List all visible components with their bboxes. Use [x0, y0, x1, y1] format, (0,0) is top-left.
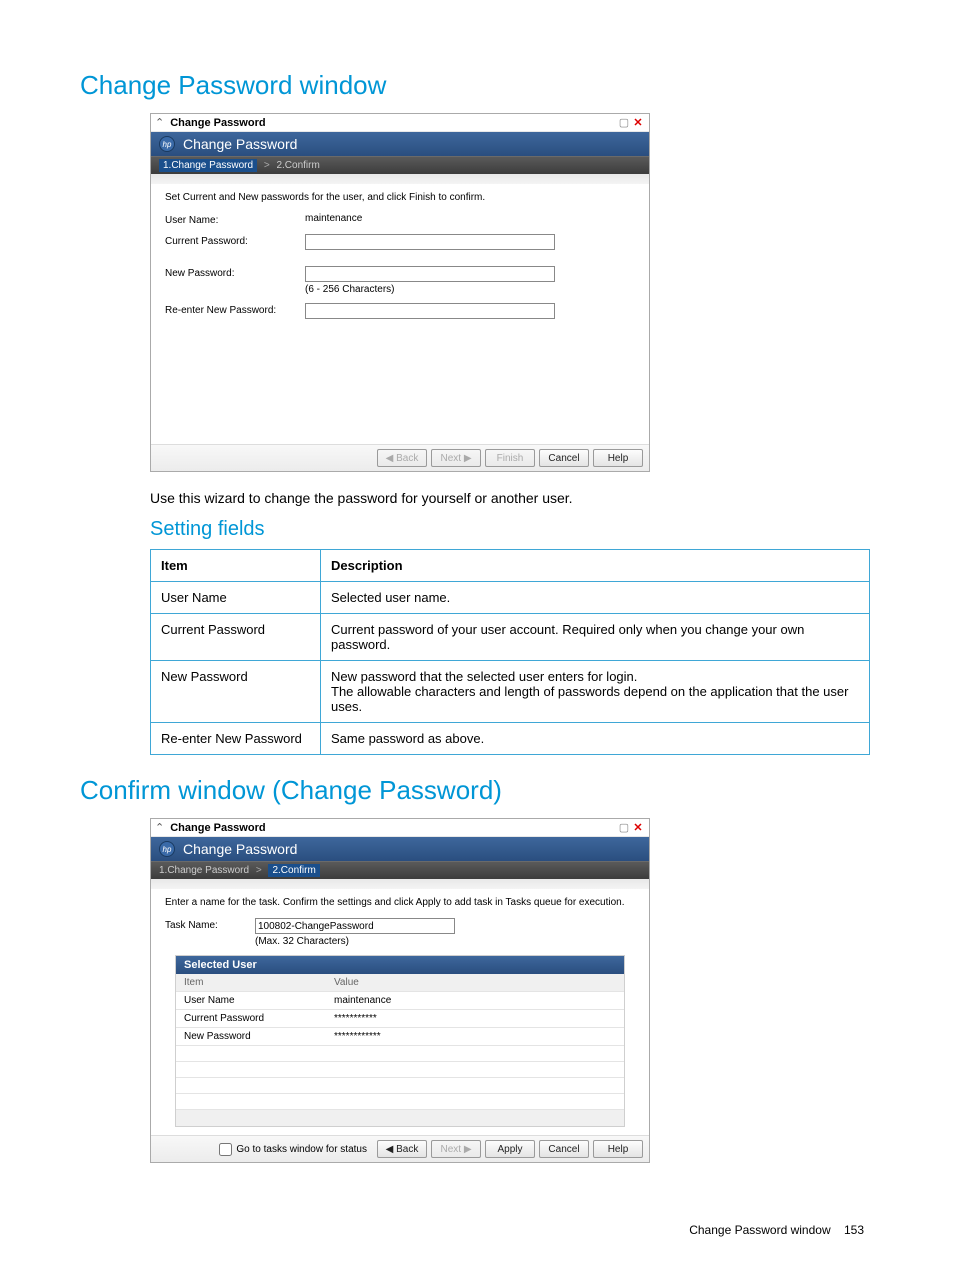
table-row-blank — [176, 1046, 624, 1062]
breadcrumb-separator: > — [256, 865, 262, 876]
task-name-hint: (Max. 32 Characters) — [255, 936, 635, 947]
table-row: New Password ************ — [176, 1028, 624, 1046]
divider-strip — [151, 879, 649, 889]
hp-logo-icon: hp — [159, 136, 175, 152]
table-cell-item: Current Password — [176, 1010, 326, 1027]
reenter-password-label: Re-enter New Password: — [165, 303, 305, 316]
apply-button[interactable]: Apply — [485, 1140, 535, 1158]
table-cell-item: User Name — [176, 992, 326, 1009]
next-button[interactable]: Next ▶ — [431, 449, 481, 467]
help-button[interactable]: Help — [593, 449, 643, 467]
window-title: Change Password — [170, 822, 617, 834]
breadcrumb-step-2: 2.Confirm — [276, 160, 319, 171]
titlebar: ⌃ Change Password ▢ ✕ — [151, 819, 649, 837]
reenter-password-input[interactable] — [305, 303, 555, 319]
new-password-input[interactable] — [305, 266, 555, 282]
go-to-tasks-checkbox-label[interactable]: Go to tasks window for status — [219, 1143, 367, 1156]
dialog-header-title: Change Password — [183, 841, 297, 857]
username-value: maintenance — [305, 213, 362, 224]
collapse-icon[interactable]: ⌃ — [155, 116, 164, 129]
table-cell-item: Current Password — [151, 614, 321, 661]
selected-user-header: Selected User — [176, 956, 624, 974]
collapse-icon[interactable]: ⌃ — [155, 821, 164, 834]
new-password-label: New Password: — [165, 266, 305, 279]
table-header-item: Item — [176, 974, 326, 991]
table-row-blank — [176, 1094, 624, 1110]
maximize-icon[interactable]: ▢ — [617, 116, 631, 129]
table-header-row: Item Value — [176, 974, 624, 992]
new-password-hint: (6 - 256 Characters) — [305, 284, 635, 295]
confirm-dialog: ⌃ Change Password ▢ ✕ hp Change Password… — [150, 818, 650, 1163]
footer-text: Change Password window — [689, 1223, 830, 1237]
table-header-description: Description — [321, 550, 870, 582]
page-number: 153 — [844, 1223, 864, 1237]
hp-logo-icon: hp — [159, 841, 175, 857]
table-cell-value: maintenance — [326, 992, 624, 1009]
current-password-label: Current Password: — [165, 234, 305, 247]
cancel-button[interactable]: Cancel — [539, 449, 589, 467]
page-footer: Change Password window 153 — [80, 1223, 874, 1237]
back-button[interactable]: ◀ Back — [377, 1140, 427, 1158]
table-cell-item: New Password — [151, 661, 321, 723]
table-row: User Name Selected user name. — [151, 582, 870, 614]
table-cell-desc: Current password of your user account. R… — [321, 614, 870, 661]
window-title: Change Password — [170, 117, 617, 129]
table-cell-desc: New password that the selected user ente… — [321, 661, 870, 723]
table-header-item: Item — [151, 550, 321, 582]
table-cell-value: *********** — [326, 1010, 624, 1027]
close-icon[interactable]: ✕ — [631, 821, 645, 834]
back-button[interactable]: ◀ Back — [377, 449, 427, 467]
divider-strip — [151, 174, 649, 184]
current-password-input[interactable] — [305, 234, 555, 250]
table-cell-desc: Selected user name. — [321, 582, 870, 614]
dialog-header: hp Change Password — [151, 132, 649, 156]
task-name-label: Task Name: — [165, 918, 255, 931]
breadcrumb-step-1: 1.Change Password — [159, 159, 257, 172]
table-cell-item: Re-enter New Password — [151, 723, 321, 755]
instruction-text: Set Current and New passwords for the us… — [165, 192, 635, 203]
breadcrumb-step-1: 1.Change Password — [159, 865, 249, 876]
wizard-button-bar: Go to tasks window for status ◀ Back Nex… — [151, 1135, 649, 1162]
table-cell-desc: Same password as above. — [321, 723, 870, 755]
titlebar: ⌃ Change Password ▢ ✕ — [151, 114, 649, 132]
username-label: User Name: — [165, 213, 305, 226]
table-row: Current Password Current password of you… — [151, 614, 870, 661]
instruction-text: Enter a name for the task. Confirm the s… — [165, 897, 635, 908]
cancel-button[interactable]: Cancel — [539, 1140, 589, 1158]
wizard-breadcrumb: 1.Change Password > 2.Confirm — [151, 861, 649, 879]
section-heading-confirm-window: Confirm window (Change Password) — [80, 775, 874, 806]
wizard-intro-text: Use this wizard to change the password f… — [150, 490, 874, 506]
table-cell-item: New Password — [176, 1028, 326, 1045]
dialog-header: hp Change Password — [151, 837, 649, 861]
help-button[interactable]: Help — [593, 1140, 643, 1158]
change-password-dialog: ⌃ Change Password ▢ ✕ hp Change Password… — [150, 113, 650, 472]
checkbox-label-text: Go to tasks window for status — [236, 1144, 367, 1155]
table-row-blank — [176, 1062, 624, 1078]
task-name-input[interactable] — [255, 918, 455, 934]
table-row: New Password New password that the selec… — [151, 661, 870, 723]
dialog-header-title: Change Password — [183, 136, 297, 152]
table-cell-item: User Name — [151, 582, 321, 614]
breadcrumb-separator: > — [264, 160, 270, 171]
setting-fields-table: Item Description User Name Selected user… — [150, 549, 870, 755]
table-row-blank — [176, 1110, 624, 1126]
selected-user-table: Selected User Item Value User Name maint… — [175, 955, 625, 1127]
breadcrumb-step-2: 2.Confirm — [268, 864, 319, 877]
finish-button[interactable]: Finish — [485, 449, 535, 467]
maximize-icon[interactable]: ▢ — [617, 821, 631, 834]
go-to-tasks-checkbox[interactable] — [219, 1143, 232, 1156]
wizard-breadcrumb: 1.Change Password > 2.Confirm — [151, 156, 649, 174]
section-heading-change-password: Change Password window — [80, 70, 874, 101]
close-icon[interactable]: ✕ — [631, 116, 645, 129]
table-cell-value: ************ — [326, 1028, 624, 1045]
next-button[interactable]: Next ▶ — [431, 1140, 481, 1158]
table-row-blank — [176, 1078, 624, 1094]
table-header-value: Value — [326, 974, 624, 991]
wizard-button-bar: ◀ Back Next ▶ Finish Cancel Help — [151, 444, 649, 471]
table-row: Current Password *********** — [176, 1010, 624, 1028]
table-row: Re-enter New Password Same password as a… — [151, 723, 870, 755]
table-row: User Name maintenance — [176, 992, 624, 1010]
subsection-setting-fields: Setting fields — [150, 518, 874, 541]
